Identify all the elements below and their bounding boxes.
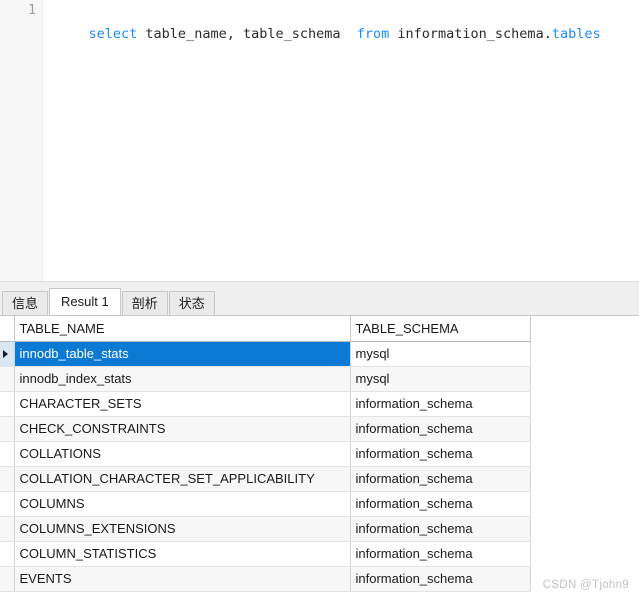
- row-marker-cell[interactable]: [0, 441, 15, 467]
- cell-table-schema[interactable]: information_schema: [350, 466, 531, 492]
- results-tab-3[interactable]: 状态: [168, 291, 215, 315]
- results-grid-container[interactable]: TABLE_NAME TABLE_SCHEMA innodb_table_sta…: [0, 316, 639, 602]
- cell-table-schema[interactable]: mysql: [350, 366, 531, 392]
- cell-table-name[interactable]: innodb_table_stats: [14, 341, 351, 367]
- results-tab-2[interactable]: 剖析: [121, 291, 168, 315]
- results-tab-1[interactable]: Result 1: [49, 288, 121, 315]
- row-marker-cell[interactable]: [0, 566, 15, 592]
- results-data-grid[interactable]: TABLE_NAME TABLE_SCHEMA innodb_table_sta…: [0, 316, 531, 592]
- results-pane: 信息 Result 1 剖析 状态 TABLE_NAME TABLE_SCHEMA i…: [0, 288, 639, 602]
- cell-table-schema[interactable]: information_schema: [350, 491, 531, 517]
- row-marker-cell[interactable]: [0, 466, 15, 492]
- results-tab-0[interactable]: 信息: [2, 291, 49, 315]
- sql-token-identifier-3: information_schema.: [389, 26, 552, 42]
- cell-table-name[interactable]: COLUMN_STATISTICS: [14, 541, 351, 567]
- column-header-table-schema[interactable]: TABLE_SCHEMA: [350, 316, 531, 342]
- table-row[interactable]: innodb_table_stats mysql: [0, 341, 531, 367]
- editor-line-number-gutter: 1: [0, 0, 43, 281]
- table-row[interactable]: COLUMN_STATISTICS information_schema: [0, 541, 531, 567]
- cell-table-name[interactable]: COLLATIONS: [14, 441, 351, 467]
- results-tab-strip: 信息 Result 1 剖析 状态: [0, 288, 639, 316]
- cell-table-name[interactable]: COLUMNS: [14, 491, 351, 517]
- line-number-1: 1: [28, 3, 36, 18]
- cell-table-name[interactable]: EVENTS: [14, 566, 351, 592]
- current-row-arrow-icon: [3, 349, 8, 358]
- table-row[interactable]: COLLATION_CHARACTER_SET_APPLICABILITY inf…: [0, 466, 531, 492]
- cell-table-schema[interactable]: information_schema: [350, 566, 531, 592]
- table-row[interactable]: CHARACTER_SETS information_schema: [0, 391, 531, 417]
- cell-table-schema[interactable]: information_schema: [350, 516, 531, 542]
- table-row[interactable]: CHECK_CONSTRAINTS information_schema: [0, 416, 531, 442]
- sql-statement-line: select table_name, table_schema from inf…: [89, 26, 601, 42]
- row-marker-cell[interactable]: [0, 416, 15, 442]
- row-marker-cell[interactable]: [0, 491, 15, 517]
- sql-code-area[interactable]: select table_name, table_schema from inf…: [44, 0, 639, 281]
- table-row[interactable]: COLUMNS_EXTENSIONS information_schema: [0, 516, 531, 542]
- grid-corner-cell[interactable]: [0, 316, 15, 342]
- cell-table-name[interactable]: COLLATION_CHARACTER_SET_APPLICABILITY: [14, 466, 351, 492]
- cell-table-schema[interactable]: information_schema: [350, 416, 531, 442]
- grid-header-row: TABLE_NAME TABLE_SCHEMA: [0, 316, 531, 342]
- cell-table-schema[interactable]: mysql: [350, 341, 531, 367]
- cell-table-schema[interactable]: information_schema: [350, 441, 531, 467]
- column-header-table-name[interactable]: TABLE_NAME: [14, 316, 351, 342]
- cell-table-schema[interactable]: information_schema: [350, 541, 531, 567]
- row-marker-cell[interactable]: [0, 541, 15, 567]
- row-marker-cell[interactable]: [0, 391, 15, 417]
- csdn-watermark: CSDN @Tjohn9: [542, 579, 629, 591]
- row-marker-cell[interactable]: [0, 341, 15, 367]
- sql-editor-pane[interactable]: 1 select table_name, table_schema from i…: [0, 0, 639, 281]
- sql-token-table-4: tables: [551, 26, 601, 42]
- table-row[interactable]: COLLATIONS information_schema: [0, 441, 531, 467]
- results-tab-label: 状态: [178, 296, 205, 311]
- sql-token-keyword-0: select: [88, 26, 138, 42]
- grid-body: innodb_table_stats mysql innodb_index_stat…: [0, 341, 531, 592]
- sql-token-identifier-1: table_name, table_schema: [137, 26, 357, 42]
- cell-table-name[interactable]: innodb_index_stats: [14, 366, 351, 392]
- table-row[interactable]: COLUMNS information_schema: [0, 491, 531, 517]
- results-tab-label: 信息: [12, 296, 39, 311]
- cell-table-name[interactable]: CHARACTER_SETS: [14, 391, 351, 417]
- row-marker-cell[interactable]: [0, 516, 15, 542]
- table-row[interactable]: innodb_index_stats mysql: [0, 366, 531, 392]
- table-row[interactable]: EVENTS information_schema: [0, 566, 531, 592]
- results-tab-label: 剖析: [131, 296, 158, 311]
- results-tab-label: Result 1: [61, 294, 109, 309]
- cell-table-schema[interactable]: information_schema: [350, 391, 531, 417]
- grid-header: TABLE_NAME TABLE_SCHEMA: [0, 316, 531, 342]
- cell-table-name[interactable]: COLUMNS_EXTENSIONS: [14, 516, 351, 542]
- row-marker-cell[interactable]: [0, 366, 15, 392]
- sql-token-keyword-2: from: [356, 26, 390, 42]
- cell-table-name[interactable]: CHECK_CONSTRAINTS: [14, 416, 351, 442]
